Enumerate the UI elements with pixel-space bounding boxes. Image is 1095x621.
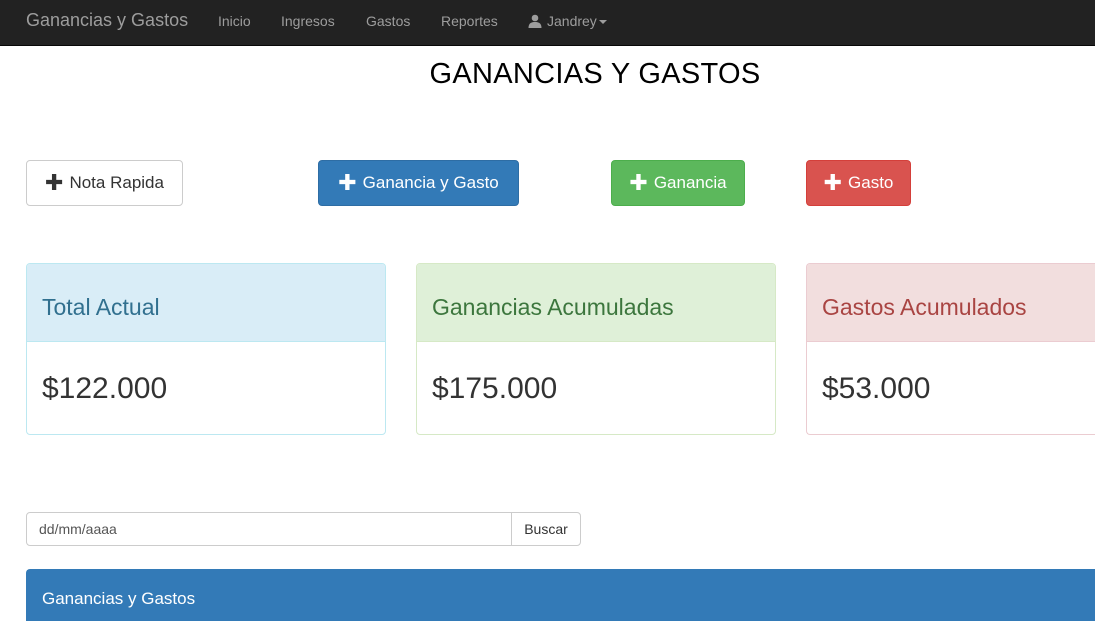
nav-link-gastos[interactable]: Gastos xyxy=(366,12,410,30)
plus-icon: ✚ xyxy=(823,170,843,195)
caret-down-icon xyxy=(598,20,607,24)
plus-icon: ✚ xyxy=(45,170,64,195)
ganancia-button[interactable]: ✚ Ganancia xyxy=(611,160,745,206)
user-name: Jandrey xyxy=(547,13,597,29)
top-navbar: Ganancias y Gastos Inicio Ingresos Gasto… xyxy=(0,0,1095,46)
ganancia-label: Ganancia xyxy=(653,173,727,192)
page-title: GANANCIAS Y GASTOS xyxy=(429,58,761,90)
total-actual-panel: Total Actual $122.000 xyxy=(26,263,386,435)
nav-link-ingresos[interactable]: Ingresos xyxy=(281,12,335,30)
buscar-button[interactable]: Buscar xyxy=(511,512,581,546)
ganancia-y-gasto-label: Ganancia y Gasto xyxy=(362,173,499,192)
gasto-label: Gasto xyxy=(848,173,894,192)
gastos-acumulados-value: $53.000 xyxy=(822,371,931,405)
nav-link-inicio[interactable]: Inicio xyxy=(218,12,251,30)
ganancias-acumuladas-heading: Ganancias Acumuladas xyxy=(417,264,775,342)
nav-link-reportes[interactable]: Reportes xyxy=(441,12,498,30)
plus-icon: ✚ xyxy=(629,170,648,195)
ganancias-gastos-table-panel: Ganancias y Gastos xyxy=(26,569,1095,621)
ganancias-acumuladas-panel: Ganancias Acumuladas $175.000 xyxy=(416,263,776,435)
nota-rapida-button[interactable]: ✚ Nota Rapida xyxy=(26,160,183,206)
table-panel-title: Ganancias y Gastos xyxy=(42,589,196,608)
plus-icon: ✚ xyxy=(338,170,357,195)
brand-link[interactable]: Ganancias y Gastos xyxy=(26,10,188,30)
ganancias-acumuladas-value: $175.000 xyxy=(432,371,558,405)
user-dropdown[interactable]: Jandrey xyxy=(528,12,607,30)
total-actual-heading: Total Actual xyxy=(27,264,385,342)
date-search-input[interactable] xyxy=(26,512,512,546)
total-actual-value: $122.000 xyxy=(42,371,168,405)
gasto-button[interactable]: ✚ Gasto xyxy=(806,160,911,206)
nota-rapida-label: Nota Rapida xyxy=(69,173,164,192)
gastos-acumulados-heading: Gastos Acumulados xyxy=(807,264,1095,342)
gastos-acumulados-panel: Gastos Acumulados $53.000 xyxy=(806,263,1095,435)
ganancia-y-gasto-button[interactable]: ✚ Ganancia y Gasto xyxy=(318,160,519,206)
user-icon xyxy=(528,14,542,28)
